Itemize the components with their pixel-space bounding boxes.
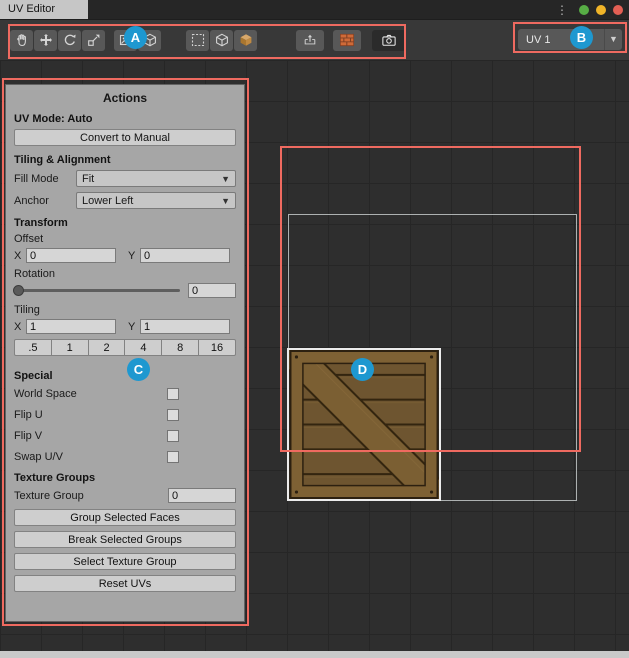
tiling-x-label: X: [14, 321, 26, 333]
chevron-down-icon: ▼: [221, 196, 230, 206]
swap-uv-label: Swap U/V: [14, 451, 167, 463]
annotation-marker-c: C: [127, 358, 150, 381]
texture-group-input[interactable]: [168, 488, 236, 503]
pan-tool-button[interactable]: [10, 30, 33, 51]
offset-x-label: X: [14, 250, 26, 262]
offset-x-input[interactable]: [26, 248, 116, 263]
flip-u-label: Flip U: [14, 409, 167, 421]
texture-preview-button[interactable]: [333, 30, 361, 51]
dashed-rect-icon: [191, 33, 205, 47]
break-selected-groups-button[interactable]: Break Selected Groups: [14, 531, 236, 548]
bricks-icon: [340, 33, 354, 47]
world-space-label: World Space: [14, 388, 167, 400]
traffic-light-red-icon[interactable]: [613, 5, 623, 15]
offset-y-input[interactable]: [140, 248, 230, 263]
annotation-marker-b: B: [570, 26, 593, 49]
rotation-label: Rotation: [14, 268, 236, 280]
flip-u-checkbox[interactable]: [167, 409, 179, 421]
cube-outline-icon: [215, 33, 229, 47]
fill-mode-label: Fill Mode: [14, 173, 76, 185]
traffic-light-yellow-icon[interactable]: [596, 5, 606, 15]
offset-label: Offset: [14, 233, 236, 245]
object-mode-button[interactable]: [210, 30, 233, 51]
title-bar: UV Editor ⋮: [0, 0, 629, 19]
tiling-label: Tiling: [14, 304, 236, 316]
anchor-dropdown[interactable]: Lower Left ▼: [76, 192, 236, 209]
tiling-y-input[interactable]: [140, 319, 230, 334]
rotation-input[interactable]: [188, 283, 236, 298]
convert-to-manual-button[interactable]: Convert to Manual: [14, 129, 236, 146]
uv-editor-window: UV Editor ⋮: [0, 0, 629, 658]
annotation-marker-a: A: [124, 26, 147, 49]
scale-icon: [87, 33, 101, 47]
annotation-marker-d: D: [351, 358, 374, 381]
tiling-preset-4-button[interactable]: 4: [124, 339, 162, 356]
tiling-x-input[interactable]: [26, 319, 116, 334]
group-selected-faces-button[interactable]: Group Selected Faces: [14, 509, 236, 526]
select-texture-group-button[interactable]: Select Texture Group: [14, 553, 236, 570]
scale-tool-button[interactable]: [82, 30, 105, 51]
tiling-y-label: Y: [128, 321, 140, 333]
flip-v-checkbox[interactable]: [167, 430, 179, 442]
camera-icon: [382, 33, 396, 47]
flip-v-label: Flip V: [14, 430, 167, 442]
move-arrows-icon: [39, 33, 53, 47]
move-tool-button[interactable]: [34, 30, 57, 51]
tiling-presets: .5 1 2 4 8 16: [14, 339, 236, 356]
cube-filled-icon: [239, 33, 253, 47]
tiling-alignment-header: Tiling & Alignment: [14, 154, 236, 166]
fill-mode-value: Fit: [82, 173, 94, 185]
special-header: Special: [14, 370, 236, 382]
texture-group-label: Texture Group: [14, 490, 84, 502]
hand-icon: [15, 33, 29, 47]
traffic-light-green-icon[interactable]: [579, 5, 589, 15]
export-uv-button[interactable]: [296, 30, 324, 51]
tiling-preset-16-button[interactable]: 16: [198, 339, 236, 356]
tab-uv-editor[interactable]: UV Editor: [0, 0, 88, 19]
face-mode-button[interactable]: [234, 30, 257, 51]
actions-panel: Actions UV Mode: Auto Convert to Manual …: [5, 84, 245, 622]
marquee-select-button[interactable]: [186, 30, 209, 51]
save-uv-image-button[interactable]: [372, 30, 406, 51]
rotate-tool-button[interactable]: [58, 30, 81, 51]
window-controls: ⋮: [556, 0, 623, 19]
rotation-slider[interactable]: [14, 289, 180, 292]
offset-y-label: Y: [128, 250, 140, 262]
tiling-preset-2-button[interactable]: 2: [88, 339, 126, 356]
actions-panel-title: Actions: [14, 85, 236, 110]
anchor-label: Anchor: [14, 195, 76, 207]
reset-uvs-button[interactable]: Reset UVs: [14, 575, 236, 592]
box-arrow-up-icon: [303, 33, 317, 47]
rotate-icon: [63, 33, 77, 47]
rotation-slider-knob[interactable]: [13, 285, 24, 296]
texture-groups-header: Texture Groups: [14, 472, 236, 484]
bottom-window-edge: [0, 651, 629, 658]
world-space-checkbox[interactable]: [167, 388, 179, 400]
uv-mode-label: UV Mode: Auto: [14, 113, 236, 125]
tiling-preset-1-button[interactable]: 1: [51, 339, 89, 356]
transform-header: Transform: [14, 217, 236, 229]
tiling-preset-05-button[interactable]: .5: [14, 339, 52, 356]
chevron-down-icon: ▼: [604, 29, 622, 50]
chevron-down-icon: ▼: [221, 174, 230, 184]
tiling-preset-8-button[interactable]: 8: [161, 339, 199, 356]
swap-uv-checkbox[interactable]: [167, 451, 179, 463]
anchor-value: Lower Left: [82, 195, 133, 207]
more-menu-icon[interactable]: ⋮: [556, 3, 568, 17]
fill-mode-dropdown[interactable]: Fit ▼: [76, 170, 236, 187]
